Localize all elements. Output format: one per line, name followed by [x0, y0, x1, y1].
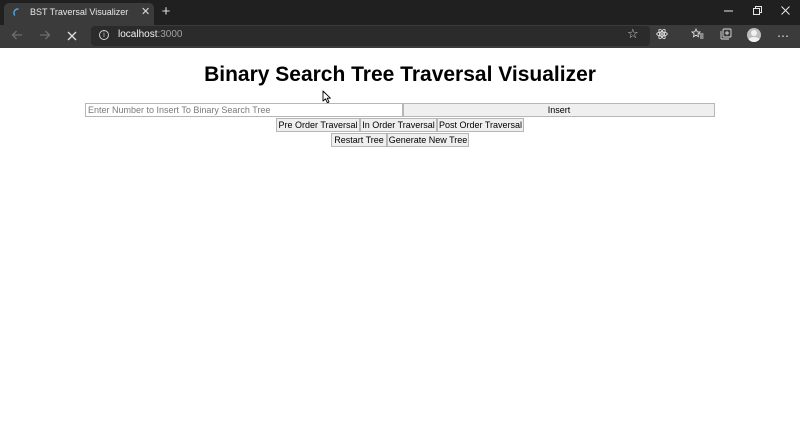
- loading-spinner-icon: [13, 8, 19, 16]
- restart-tree-button[interactable]: Restart Tree: [331, 133, 387, 147]
- post-order-traversal-button[interactable]: Post Order Traversal: [437, 118, 524, 132]
- browser-tab[interactable]: BST Traversal Visualizer ✕: [4, 3, 154, 25]
- stop-loading-button[interactable]: [63, 28, 81, 46]
- restore-button[interactable]: [743, 0, 771, 25]
- more-icon[interactable]: ⋯: [775, 28, 791, 44]
- window-close-button[interactable]: [771, 0, 799, 25]
- new-tab-button[interactable]: +: [158, 3, 174, 21]
- browser-toolbar: i localhost:3000 ☆ ⋯: [0, 25, 800, 48]
- favorites-list-icon: [690, 27, 703, 39]
- tab-close-icon[interactable]: ✕: [141, 5, 150, 19]
- restore-icon: [752, 6, 762, 15]
- url-host: localhost: [118, 29, 158, 40]
- forward-button[interactable]: [36, 28, 54, 46]
- collections-glyph-icon: [720, 28, 732, 40]
- pre-order-traversal-button[interactable]: Pre Order Traversal: [276, 118, 360, 132]
- avatar-head-icon: [751, 30, 757, 36]
- close-icon: [780, 6, 790, 15]
- info-icon[interactable]: i: [99, 30, 109, 40]
- minimize-icon: [723, 10, 733, 12]
- address-bar[interactable]: i localhost:3000 ☆: [91, 26, 650, 46]
- star-icon[interactable]: ☆: [627, 27, 639, 42]
- avatar[interactable]: [747, 28, 761, 42]
- minimize-button[interactable]: [714, 0, 742, 25]
- in-order-traversal-button[interactable]: In Order Traversal: [360, 118, 437, 132]
- url-port: :3000: [157, 29, 183, 40]
- close-icon: [67, 31, 77, 41]
- generate-new-tree-button[interactable]: Generate New Tree: [387, 133, 469, 147]
- forward-arrow-icon: [40, 30, 51, 40]
- page-title: Binary Search Tree Traversal Visualizer: [204, 63, 596, 86]
- back-arrow-icon: [11, 30, 22, 40]
- avatar-body-icon: [748, 37, 760, 42]
- number-input[interactable]: [85, 103, 403, 117]
- insert-button[interactable]: Insert: [403, 103, 715, 117]
- collections-icon[interactable]: [718, 28, 734, 44]
- favorites-icon[interactable]: [689, 27, 705, 44]
- mouse-cursor-icon: [322, 90, 331, 104]
- browser-tab-strip: BST Traversal Visualizer ✕ +: [0, 0, 800, 25]
- react-atom-icon: [656, 28, 668, 40]
- tab-title: BST Traversal Visualizer: [30, 7, 129, 17]
- insert-row: Insert: [85, 103, 715, 117]
- url-text[interactable]: localhost:3000: [118, 29, 183, 40]
- back-button[interactable]: [8, 28, 26, 46]
- react-devtools-icon[interactable]: [654, 28, 670, 44]
